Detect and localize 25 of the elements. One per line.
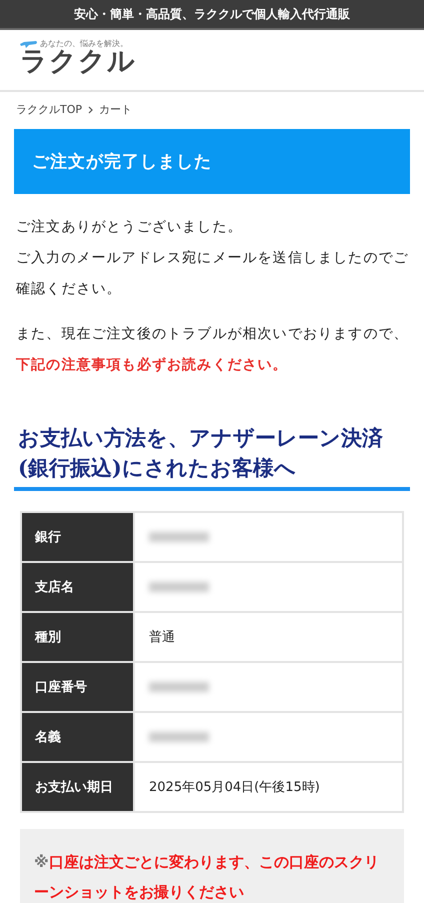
redacted-value bbox=[149, 732, 209, 742]
table-header-cell: 種別 bbox=[21, 612, 134, 662]
table-header-cell: 銀行 bbox=[21, 512, 134, 562]
breadcrumb-link[interactable]: カート bbox=[99, 102, 132, 117]
table-cell: 普通 bbox=[134, 612, 403, 662]
breadcrumb-link[interactable]: ラククルTOP bbox=[16, 102, 82, 117]
chevron-icon bbox=[88, 106, 94, 114]
notice-text: ※口座は注文ごとに変わります、この口座のスクリーンショットをお撮りください bbox=[20, 829, 404, 903]
redacted-value bbox=[149, 582, 209, 592]
table-header-cell: 名義 bbox=[21, 712, 134, 762]
table-header-cell: 支店名 bbox=[21, 562, 134, 612]
logo[interactable]: ラククル bbox=[20, 48, 136, 75]
redacted-value bbox=[149, 532, 209, 542]
completion-banner: ご注文が完了しました bbox=[14, 129, 410, 194]
top-banner: 安心・簡単・高品質、ラククルで個人輸入代行通販 bbox=[0, 0, 424, 30]
table-header-cell: 口座番号 bbox=[21, 662, 134, 712]
message-text: ご注文ありがとうございました。 bbox=[16, 218, 244, 237]
redacted-value bbox=[149, 682, 209, 692]
message-text: また、現在ご注文後のトラブルが相次いでおりますので、 下記の注意事項も必ずお読みください。 bbox=[16, 325, 410, 375]
table-cell: 2025年05月04日(午後15時) bbox=[134, 762, 403, 812]
section-heading: お支払い方法を、アナザーレーン決済(銀行振込)にされたお客様へ bbox=[14, 423, 410, 491]
message-text: ご入力のメールアドレス宛にメールを送信しましたのでご確認ください。 bbox=[16, 249, 410, 299]
logo-tagline: あなたの、悩みを解決。 bbox=[40, 38, 128, 49]
table-header-cell: お支払い期日 bbox=[21, 762, 134, 812]
airplane-icon bbox=[20, 39, 38, 48]
